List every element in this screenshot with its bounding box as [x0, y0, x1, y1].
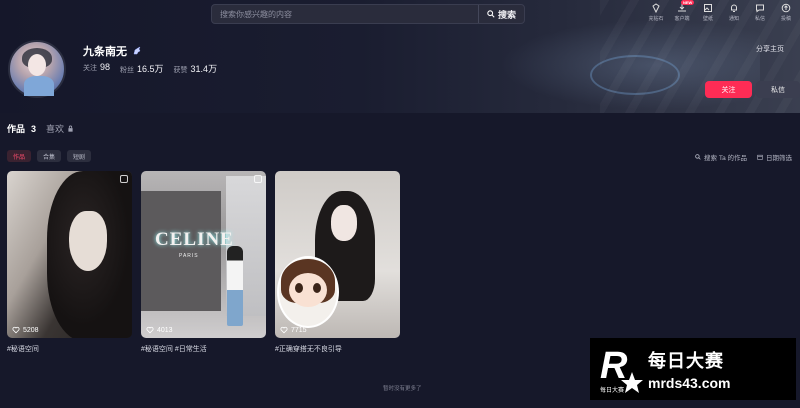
tab-liked[interactable]: 喜欢	[46, 122, 74, 135]
toolbar-upload[interactable]: 投稿	[776, 3, 796, 22]
video-likes: 7715	[280, 326, 307, 334]
watermark-site: mrds43.com	[648, 375, 731, 391]
profile-name-row: 九条南无	[83, 43, 142, 59]
no-more-content: 暂时没有更多了	[383, 386, 422, 392]
heart-icon	[280, 326, 288, 334]
store-sign-sub: PARIS	[179, 253, 199, 259]
search-icon	[487, 10, 495, 18]
new-badge: NEW	[681, 0, 695, 5]
lock-icon	[68, 125, 73, 132]
video-card[interactable]: CELINE PARIS 4013	[141, 171, 266, 338]
fans-label: 粉丝	[120, 67, 135, 74]
work-type-chips: 作品 合集 短剧	[7, 150, 92, 162]
likes-count: 31.4万	[190, 64, 218, 74]
watermark-brand: 每日大赛	[648, 351, 724, 371]
fans-count: 16.5万	[137, 64, 164, 74]
store-sign: CELINE	[155, 229, 234, 250]
watermark-logo-icon: R 每日大赛	[600, 345, 643, 394]
toolbar-label: 通知	[728, 16, 739, 22]
following-stat[interactable]: 关注 98	[83, 62, 110, 75]
multi-image-icon	[254, 175, 262, 183]
follow-button[interactable]: 关注	[705, 81, 752, 98]
heart-icon	[12, 326, 20, 334]
profile-stats: 关注 98 粉丝 16.5万 获赞 31.4万	[83, 62, 217, 75]
video-caption[interactable]: #秘语空间 #日常生活	[141, 344, 207, 354]
profile-tabs: 作品 3 喜欢	[7, 122, 74, 135]
toolbar-notifications[interactable]: 通知	[724, 3, 744, 22]
video-card[interactable]: 5208	[7, 171, 132, 338]
avatar-face	[28, 54, 46, 76]
watermark-mark-sub: 每日大赛	[600, 386, 624, 394]
toolbar-label: 投稿	[780, 16, 791, 22]
date-filter-label: 日期筛选	[766, 155, 792, 162]
profile-name: 九条南无	[83, 46, 127, 58]
search-button-label: 搜索	[497, 9, 516, 20]
watermark-logo: R 每日大赛	[596, 342, 644, 396]
chip-collections[interactable]: 合集	[37, 150, 62, 162]
watermark-text: 每日大赛 mrds43.com	[648, 347, 730, 391]
video-like-count: 5208	[23, 326, 39, 334]
search-bar[interactable]: 搜索你感兴趣的内容 搜索	[211, 4, 525, 24]
toolbar-recharge[interactable]: 充钻石	[646, 3, 666, 22]
search-input[interactable]: 搜索你感兴趣的内容	[212, 9, 478, 20]
tab-works[interactable]: 作品 3	[7, 122, 36, 135]
avatar[interactable]	[8, 40, 66, 98]
avatar-body	[24, 76, 54, 96]
video-like-count: 7715	[291, 326, 307, 334]
calendar-icon	[757, 154, 763, 160]
bell-icon	[731, 4, 737, 12]
upload-icon	[781, 3, 791, 13]
tab-liked-label: 喜欢	[46, 124, 65, 134]
video-card[interactable]: 7715	[275, 171, 400, 338]
search-works-label: 搜索 Ta 的作品	[704, 155, 747, 162]
toolbar-label: 充钻石	[648, 16, 664, 22]
video-likes: 4013	[146, 326, 173, 334]
video-thumbnail	[69, 211, 107, 271]
toolbar-client[interactable]: NEW 客户端	[672, 0, 695, 22]
toolbar-label: 私信	[754, 16, 765, 22]
video-caption[interactable]: #正确穿搭无不良引导	[275, 344, 342, 354]
toolbar-wallpaper[interactable]: 壁纸	[698, 3, 718, 22]
search-icon	[695, 154, 701, 160]
toolbar-messages[interactable]: 私信	[750, 3, 770, 22]
heart-icon	[146, 326, 154, 334]
following-count: 98	[100, 62, 111, 72]
video-likes: 5208	[12, 326, 39, 334]
chip-works[interactable]: 作品	[7, 150, 32, 162]
video-thumbnail	[331, 205, 357, 241]
video-thumbnail	[313, 283, 321, 293]
top-toolbar: 充钻石 NEW 客户端 壁纸 通知 私信 投稿	[646, 0, 796, 22]
unicorn-icon	[133, 46, 141, 55]
likes-stat: 获赞 31.4万	[174, 62, 218, 75]
search-button[interactable]: 搜索	[477, 5, 524, 23]
tab-works-label: 作品	[7, 124, 26, 134]
video-thumbnail	[141, 191, 221, 311]
video-like-count: 4013	[157, 326, 173, 334]
toolbar-label: 客户端	[674, 16, 690, 22]
toolbar-label: 壁纸	[702, 16, 713, 22]
video-thumbnail	[227, 246, 243, 326]
fans-stat[interactable]: 粉丝 16.5万	[120, 62, 164, 75]
tab-works-count: 3	[31, 123, 37, 134]
wallpaper-icon	[704, 4, 712, 12]
share-profile-button[interactable]: 分享主页	[756, 44, 784, 54]
multi-image-icon	[120, 175, 128, 183]
video-thumbnail	[295, 283, 303, 293]
watermark: R 每日大赛 每日大赛 mrds43.com	[590, 338, 796, 400]
message-icon	[756, 4, 764, 13]
following-label: 关注	[83, 65, 97, 72]
search-works-button[interactable]: 搜索 Ta 的作品	[695, 152, 747, 162]
video-caption[interactable]: #秘语空间	[7, 344, 39, 354]
date-filter-button[interactable]: 日期筛选	[757, 152, 792, 162]
work-filters: 搜索 Ta 的作品 日期筛选	[695, 152, 792, 162]
chip-short-drama[interactable]: 短剧	[67, 150, 92, 162]
diamond-icon	[652, 3, 660, 13]
likes-label: 获赞	[173, 67, 188, 74]
message-button[interactable]: 私信	[756, 81, 800, 98]
